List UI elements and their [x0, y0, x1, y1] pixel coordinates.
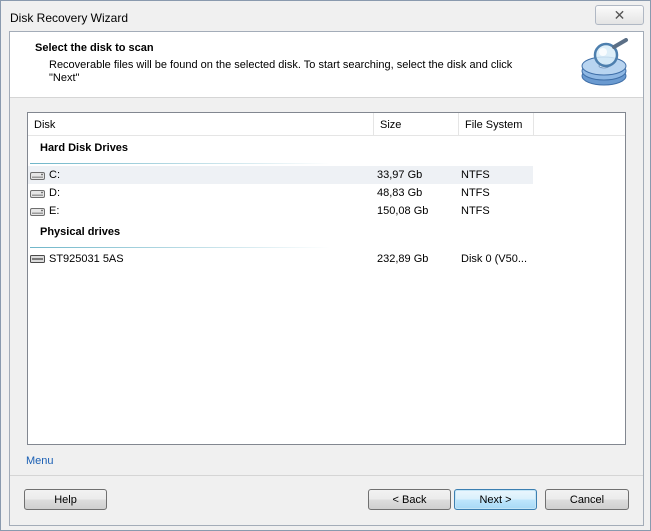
- disk-row-e[interactable]: E: 150,08 Gb NTFS: [28, 202, 533, 220]
- list-header: Disk Size File System: [28, 113, 625, 136]
- window-title: Disk Recovery Wizard: [10, 11, 129, 25]
- column-size[interactable]: Size: [380, 119, 401, 131]
- footer-divider: [10, 475, 643, 476]
- disk-file-system: NTFS: [461, 205, 490, 217]
- disk-name: ST925031 5AS: [49, 253, 124, 265]
- disk-name: D:: [49, 187, 60, 199]
- hard-drive-icon: [30, 172, 45, 180]
- disk-file-system: Disk 0 (V50...: [461, 253, 528, 265]
- hard-drive-icon: [30, 255, 45, 263]
- disk-row-d[interactable]: D: 48,83 Gb NTFS: [28, 184, 533, 202]
- group-divider: [30, 247, 330, 248]
- group-hard-disk-drives[interactable]: Hard Disk Drives: [40, 142, 128, 154]
- column-disk[interactable]: Disk: [34, 119, 55, 131]
- page-description: Recoverable files will be found on the s…: [49, 59, 513, 84]
- wizard-header: Select the disk to scan Recoverable file…: [10, 32, 643, 98]
- disk-name: E:: [49, 205, 60, 217]
- close-button[interactable]: ✕: [595, 5, 644, 25]
- magnifier-over-disks-icon: [581, 38, 628, 86]
- wizard-page: Select the disk to scan Recoverable file…: [9, 31, 644, 526]
- group-divider: [30, 163, 330, 164]
- disk-size: 150,08 Gb: [377, 205, 429, 217]
- disk-row-c[interactable]: C: 33,97 Gb NTFS: [28, 166, 533, 184]
- help-button[interactable]: Help: [24, 489, 107, 510]
- column-divider[interactable]: [373, 113, 374, 135]
- disk-name: C:: [49, 169, 60, 181]
- hard-drive-icon: [30, 208, 45, 216]
- disk-recovery-window: Disk Recovery Wizard ✕ Select the disk t…: [0, 0, 651, 531]
- menu-link[interactable]: Menu: [26, 455, 54, 467]
- back-button[interactable]: < Back: [368, 489, 451, 510]
- disk-size: 48,83 Gb: [377, 187, 423, 199]
- disk-file-system: NTFS: [461, 169, 490, 181]
- cancel-button[interactable]: Cancel: [545, 489, 629, 510]
- group-physical-drives[interactable]: Physical drives: [40, 226, 120, 238]
- page-title: Select the disk to scan: [35, 42, 154, 54]
- column-divider[interactable]: [458, 113, 459, 135]
- next-button[interactable]: Next >: [454, 489, 537, 510]
- column-file-system[interactable]: File System: [465, 119, 522, 131]
- disk-size: 33,97 Gb: [377, 169, 423, 181]
- hard-drive-icon: [30, 190, 45, 198]
- disk-size: 232,89 Gb: [377, 253, 429, 265]
- column-divider[interactable]: [533, 113, 534, 135]
- title-bar: Disk Recovery Wizard ✕: [1, 1, 650, 31]
- close-icon: ✕: [613, 7, 626, 23]
- disk-file-system: NTFS: [461, 187, 490, 199]
- physical-drive-row[interactable]: ST925031 5AS 232,89 Gb Disk 0 (V50...: [28, 250, 533, 268]
- disk-list[interactable]: Disk Size File System Hard Disk Drives C…: [27, 112, 626, 445]
